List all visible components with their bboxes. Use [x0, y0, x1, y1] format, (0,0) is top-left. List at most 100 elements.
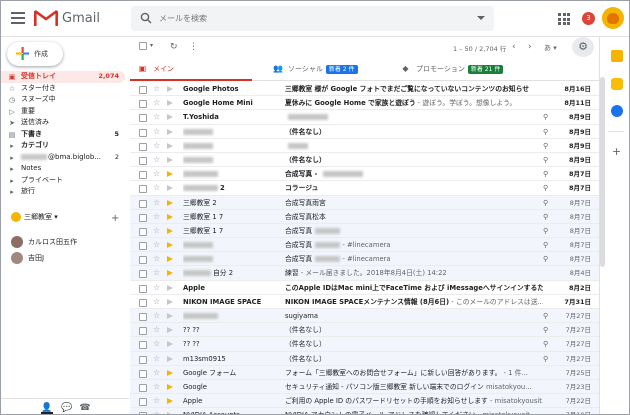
star-icon[interactable]: ☆ — [153, 110, 160, 123]
star-icon[interactable]: ☆ — [153, 266, 160, 279]
star-icon[interactable]: ☆ — [153, 323, 160, 336]
row-checkbox[interactable] — [139, 99, 147, 109]
email-row[interactable]: ☆ Google セキュリティ通知 - パソコン版三郷教室 新しい端末でのログイン … — [130, 379, 599, 395]
row-checkbox[interactable] — [139, 411, 147, 414]
importance-marker-icon[interactable] — [167, 341, 173, 348]
importance-marker-icon[interactable] — [167, 185, 173, 192]
email-row[interactable]: ☆ Apple このApple IDはMac mini上でFaceTime および … — [130, 280, 599, 295]
star-icon[interactable]: ☆ — [153, 196, 160, 209]
importance-marker-icon[interactable] — [167, 298, 173, 305]
star-icon[interactable]: ☆ — [153, 181, 160, 194]
nav-item[interactable]: ▣ 受信トレイ 2,074 — [1, 71, 125, 83]
star-icon[interactable]: ☆ — [153, 238, 160, 251]
star-icon[interactable]: ☆ — [153, 380, 160, 393]
select-dropdown-icon[interactable]: ▾ — [150, 41, 153, 51]
search-input[interactable] — [159, 10, 459, 27]
star-icon[interactable]: ☆ — [153, 281, 160, 294]
email-row[interactable]: ☆ 合成写真 - #linecamera ⚲ 8月7日 — [130, 238, 599, 253]
star-icon[interactable]: ☆ — [153, 295, 160, 308]
row-checkbox[interactable] — [139, 241, 147, 251]
nav-item[interactable]: ▸ @bma.biglob... 2 — [1, 152, 125, 164]
email-row[interactable]: ☆ m13sm0915 （件名なし） ⚲ 7月27日 — [130, 351, 599, 366]
star-icon[interactable]: ☆ — [153, 224, 160, 237]
search-icon[interactable] — [140, 12, 152, 24]
email-row[interactable]: ☆ 2 コラージュ ⚲ 8月7日 — [130, 181, 599, 196]
row-checkbox[interactable] — [139, 128, 147, 138]
importance-marker-icon[interactable] — [167, 369, 173, 376]
tab-primary[interactable]: ▣ メイン — [130, 59, 252, 81]
contacts-icon[interactable]: 👤 — [41, 402, 53, 414]
row-checkbox[interactable] — [139, 397, 147, 407]
tab-social[interactable]: 👥 ソーシャル 新着 2 件 — [265, 59, 385, 81]
nav-item[interactable]: ▷ 重要 — [1, 106, 125, 118]
row-checkbox[interactable] — [139, 326, 147, 336]
row-checkbox[interactable] — [139, 213, 147, 223]
importance-marker-icon[interactable] — [167, 284, 173, 291]
star-icon[interactable]: ☆ — [153, 337, 160, 350]
input-tools-button[interactable]: あ ▾ — [544, 43, 557, 53]
importance-marker-icon[interactable] — [167, 100, 173, 107]
row-checkbox[interactable] — [139, 156, 147, 166]
email-row[interactable]: ☆ 三郷教室 1 7 合成写真 ⚲ 8月7日 — [130, 223, 599, 239]
tasks-icon[interactable] — [611, 105, 623, 117]
keep-icon[interactable] — [611, 78, 623, 90]
email-row[interactable]: ☆ Google Home Mini 夏休みに Google Home で家族と遊ぼ… — [130, 96, 599, 111]
prev-page-icon[interactable]: ‹ — [512, 42, 516, 52]
importance-marker-icon[interactable] — [167, 242, 173, 249]
email-row[interactable]: ☆ sugiyama ⚲ 7月27日 — [130, 309, 599, 324]
refresh-icon[interactable]: ↻ — [170, 42, 178, 52]
importance-marker-icon[interactable] — [167, 156, 173, 163]
importance-marker-icon[interactable] — [167, 355, 173, 362]
nav-item[interactable]: ▸ プライベート — [1, 175, 125, 187]
email-row[interactable]: ☆ （件名なし） ⚲ 8月9日 — [130, 152, 599, 168]
importance-marker-icon[interactable] — [167, 398, 173, 405]
email-row[interactable]: ☆ 合成写真 - ⚲ 8月7日 — [130, 167, 599, 182]
importance-marker-icon[interactable] — [167, 327, 173, 334]
select-all-checkbox[interactable] — [139, 42, 147, 53]
settings-gear-icon[interactable]: ⚙ — [572, 37, 594, 57]
star-icon[interactable]: ☆ — [153, 167, 160, 180]
search-options-icon[interactable] — [477, 16, 485, 20]
importance-marker-icon[interactable] — [167, 86, 173, 92]
account-avatar[interactable] — [602, 7, 624, 29]
main-menu-icon[interactable] — [11, 12, 25, 24]
importance-marker-icon[interactable] — [167, 227, 173, 234]
row-checkbox[interactable] — [139, 269, 147, 279]
nav-item[interactable]: ➤ 送信済み — [1, 117, 125, 129]
compose-button[interactable]: 作成 — [7, 42, 63, 66]
star-icon[interactable]: ☆ — [153, 309, 160, 322]
email-row[interactable]: ☆ Google フォーム フォーム「三郷教室へのお問合せフォーム」に新しい回答があ… — [130, 365, 599, 380]
importance-marker-icon[interactable] — [167, 142, 173, 149]
search-bar[interactable] — [131, 6, 494, 31]
nav-item[interactable]: ▸ Notes — [1, 163, 125, 175]
more-options-icon[interactable]: ⋮ — [189, 42, 198, 52]
nav-item[interactable]: ▸ 旅行 — [1, 186, 125, 198]
nav-item[interactable]: ◷ スヌーズ中 — [1, 94, 125, 106]
notification-badge[interactable]: 3 — [582, 12, 595, 25]
star-icon[interactable]: ☆ — [153, 96, 160, 109]
importance-marker-icon[interactable] — [167, 171, 173, 178]
add-contact-icon[interactable]: + — [111, 213, 119, 224]
calendar-icon[interactable] — [611, 50, 623, 62]
row-checkbox[interactable] — [139, 170, 147, 180]
importance-marker-icon[interactable] — [167, 313, 173, 319]
importance-marker-icon[interactable] — [167, 114, 173, 121]
email-row[interactable]: ☆ ?? ?? （件名なし） ⚲ 7月27日 — [130, 323, 599, 338]
email-row[interactable]: ☆ （件名なし） ⚲ 8月9日 — [130, 124, 599, 139]
row-checkbox[interactable] — [139, 113, 147, 123]
row-checkbox[interactable] — [139, 255, 147, 265]
email-row[interactable]: ☆ 三郷教室 1 7 合成写真松本 ⚲ 8月7日 — [130, 209, 599, 224]
importance-marker-icon[interactable] — [167, 213, 173, 220]
hangouts-self[interactable]: 三郷教室 ▾ — [11, 212, 58, 222]
row-checkbox[interactable] — [139, 355, 147, 365]
email-row[interactable]: ☆ NIKON IMAGE SPACE NIKON IMAGE SPACEメンテナン… — [130, 294, 599, 309]
row-checkbox[interactable] — [139, 85, 147, 95]
get-addons-icon[interactable]: + — [612, 145, 621, 158]
row-checkbox[interactable] — [139, 227, 147, 237]
phone-icon[interactable]: ☎ — [79, 402, 91, 414]
email-row[interactable]: ☆ 三郷教室 2 合成写真雨宮 ⚲ 8月7日 — [130, 195, 599, 210]
star-icon[interactable]: ☆ — [153, 153, 160, 166]
hangouts-contact[interactable]: カルロス田五作 — [11, 235, 77, 249]
apps-grid-icon[interactable] — [558, 13, 570, 25]
star-icon[interactable]: ☆ — [153, 366, 160, 379]
